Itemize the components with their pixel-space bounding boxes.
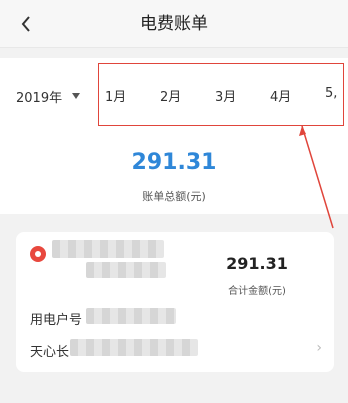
- month-tabs[interactable]: 1月 2月 3月 4月 5,: [98, 63, 344, 126]
- redacted-account-name: [52, 240, 164, 258]
- caret-down-icon: [72, 93, 81, 99]
- month-tab-4[interactable]: 4月: [270, 86, 291, 105]
- year-label: 2019年: [16, 90, 63, 106]
- bill-summary: 2019年 1月 2月 3月 4月 5, 291.31 账单总额(元): [0, 58, 348, 214]
- account-number-label: 用电户号: [30, 313, 83, 328]
- top-bar: 电费账单: [0, 0, 348, 48]
- account-holder-prefix: 天心长: [30, 345, 70, 360]
- account-amount-label: 合计金额(元): [228, 286, 286, 297]
- redacted-detail: [86, 262, 166, 278]
- chevron-right-icon: ›: [316, 340, 322, 356]
- month-tab-1[interactable]: 1月: [105, 86, 126, 105]
- bill-total-value: 291.31: [131, 150, 217, 175]
- redacted-address: [70, 339, 198, 356]
- account-amount-value: 291.31: [226, 254, 288, 273]
- year-select[interactable]: 2019年: [16, 86, 81, 106]
- bill-total-label: 账单总额(元): [142, 190, 206, 203]
- utility-logo-icon: [30, 246, 46, 262]
- month-tab-2[interactable]: 2月: [160, 86, 181, 105]
- month-tab-3[interactable]: 3月: [215, 86, 236, 105]
- month-tab-5[interactable]: 5,: [325, 86, 337, 101]
- page-title: 电费账单: [140, 14, 208, 34]
- account-bill-card[interactable]: 291.31 合计金额(元) 用电户号 天心长 ›: [16, 232, 334, 372]
- redacted-account-number: [86, 308, 176, 324]
